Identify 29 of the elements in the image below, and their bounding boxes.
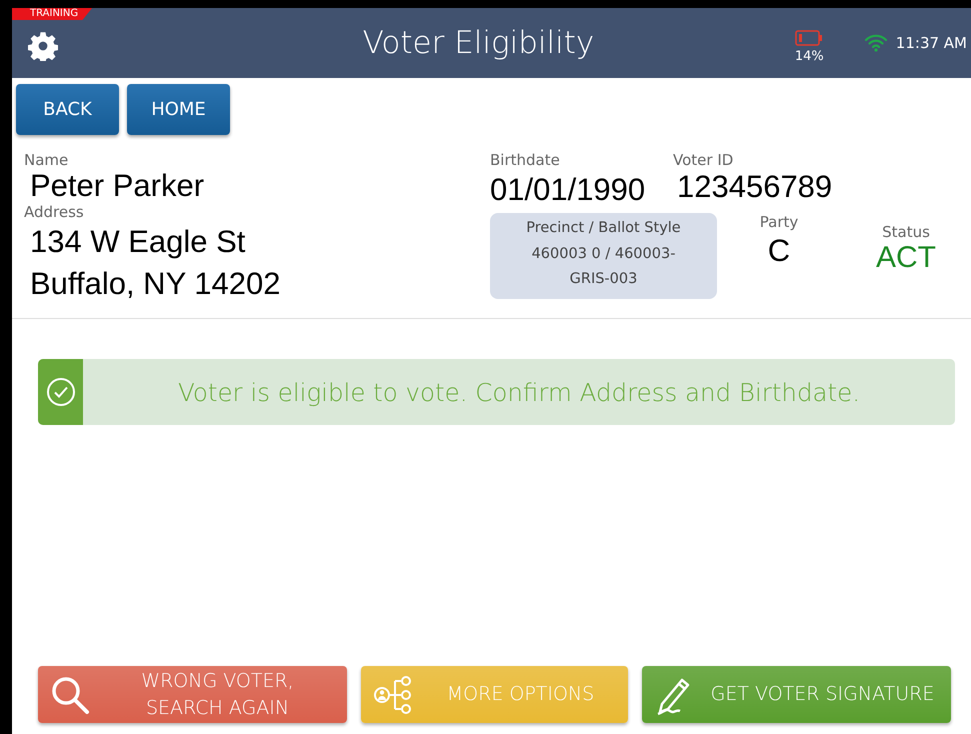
search-icon xyxy=(50,674,90,714)
voter-name: Peter Parker xyxy=(29,169,206,203)
action-button[interactable]: MORE OPTIONS xyxy=(361,666,628,723)
party-value: C xyxy=(768,232,790,270)
precinct-value: 460003 0 / 460003-GRIS-003 xyxy=(530,245,676,289)
field-label: Name xyxy=(24,151,70,169)
action-button[interactable]: WRONG VOTER, SEARCH AGAIN xyxy=(38,666,347,723)
screen-title: Voter Eligibility xyxy=(362,25,594,61)
clock-time: 11:37 AM xyxy=(896,34,967,52)
battery-percent: 14% xyxy=(794,49,824,64)
action-button[interactable]: GET VOTER SIGNATURE xyxy=(642,666,951,723)
check-circle-icon xyxy=(46,377,76,407)
field-label: Party xyxy=(760,213,798,231)
field-label: Status xyxy=(882,223,930,241)
status-value: ACT xyxy=(876,241,936,275)
nav-button[interactable]: HOME xyxy=(127,84,230,135)
address-line: 134 W Eagle St xyxy=(29,223,246,261)
training-badge: TRAINING xyxy=(12,8,92,20)
settings-icon[interactable] xyxy=(28,31,58,61)
voter-id-value: 123456789 xyxy=(676,169,832,205)
nav-button[interactable]: BACK xyxy=(16,84,119,135)
field-label: Voter ID xyxy=(673,151,734,169)
address-line: Buffalo, NY 14202 xyxy=(29,265,282,303)
alert-message: Voter is eligible to vote. Confirm Address and Birthdate. xyxy=(178,378,860,406)
field-label: Birthdate xyxy=(490,151,561,169)
field-label: Precinct / Ballot Style xyxy=(526,220,681,236)
wifi-icon xyxy=(864,34,888,52)
birthdate-value: 01/01/1990 xyxy=(490,171,646,209)
field-label: Address xyxy=(24,203,85,221)
